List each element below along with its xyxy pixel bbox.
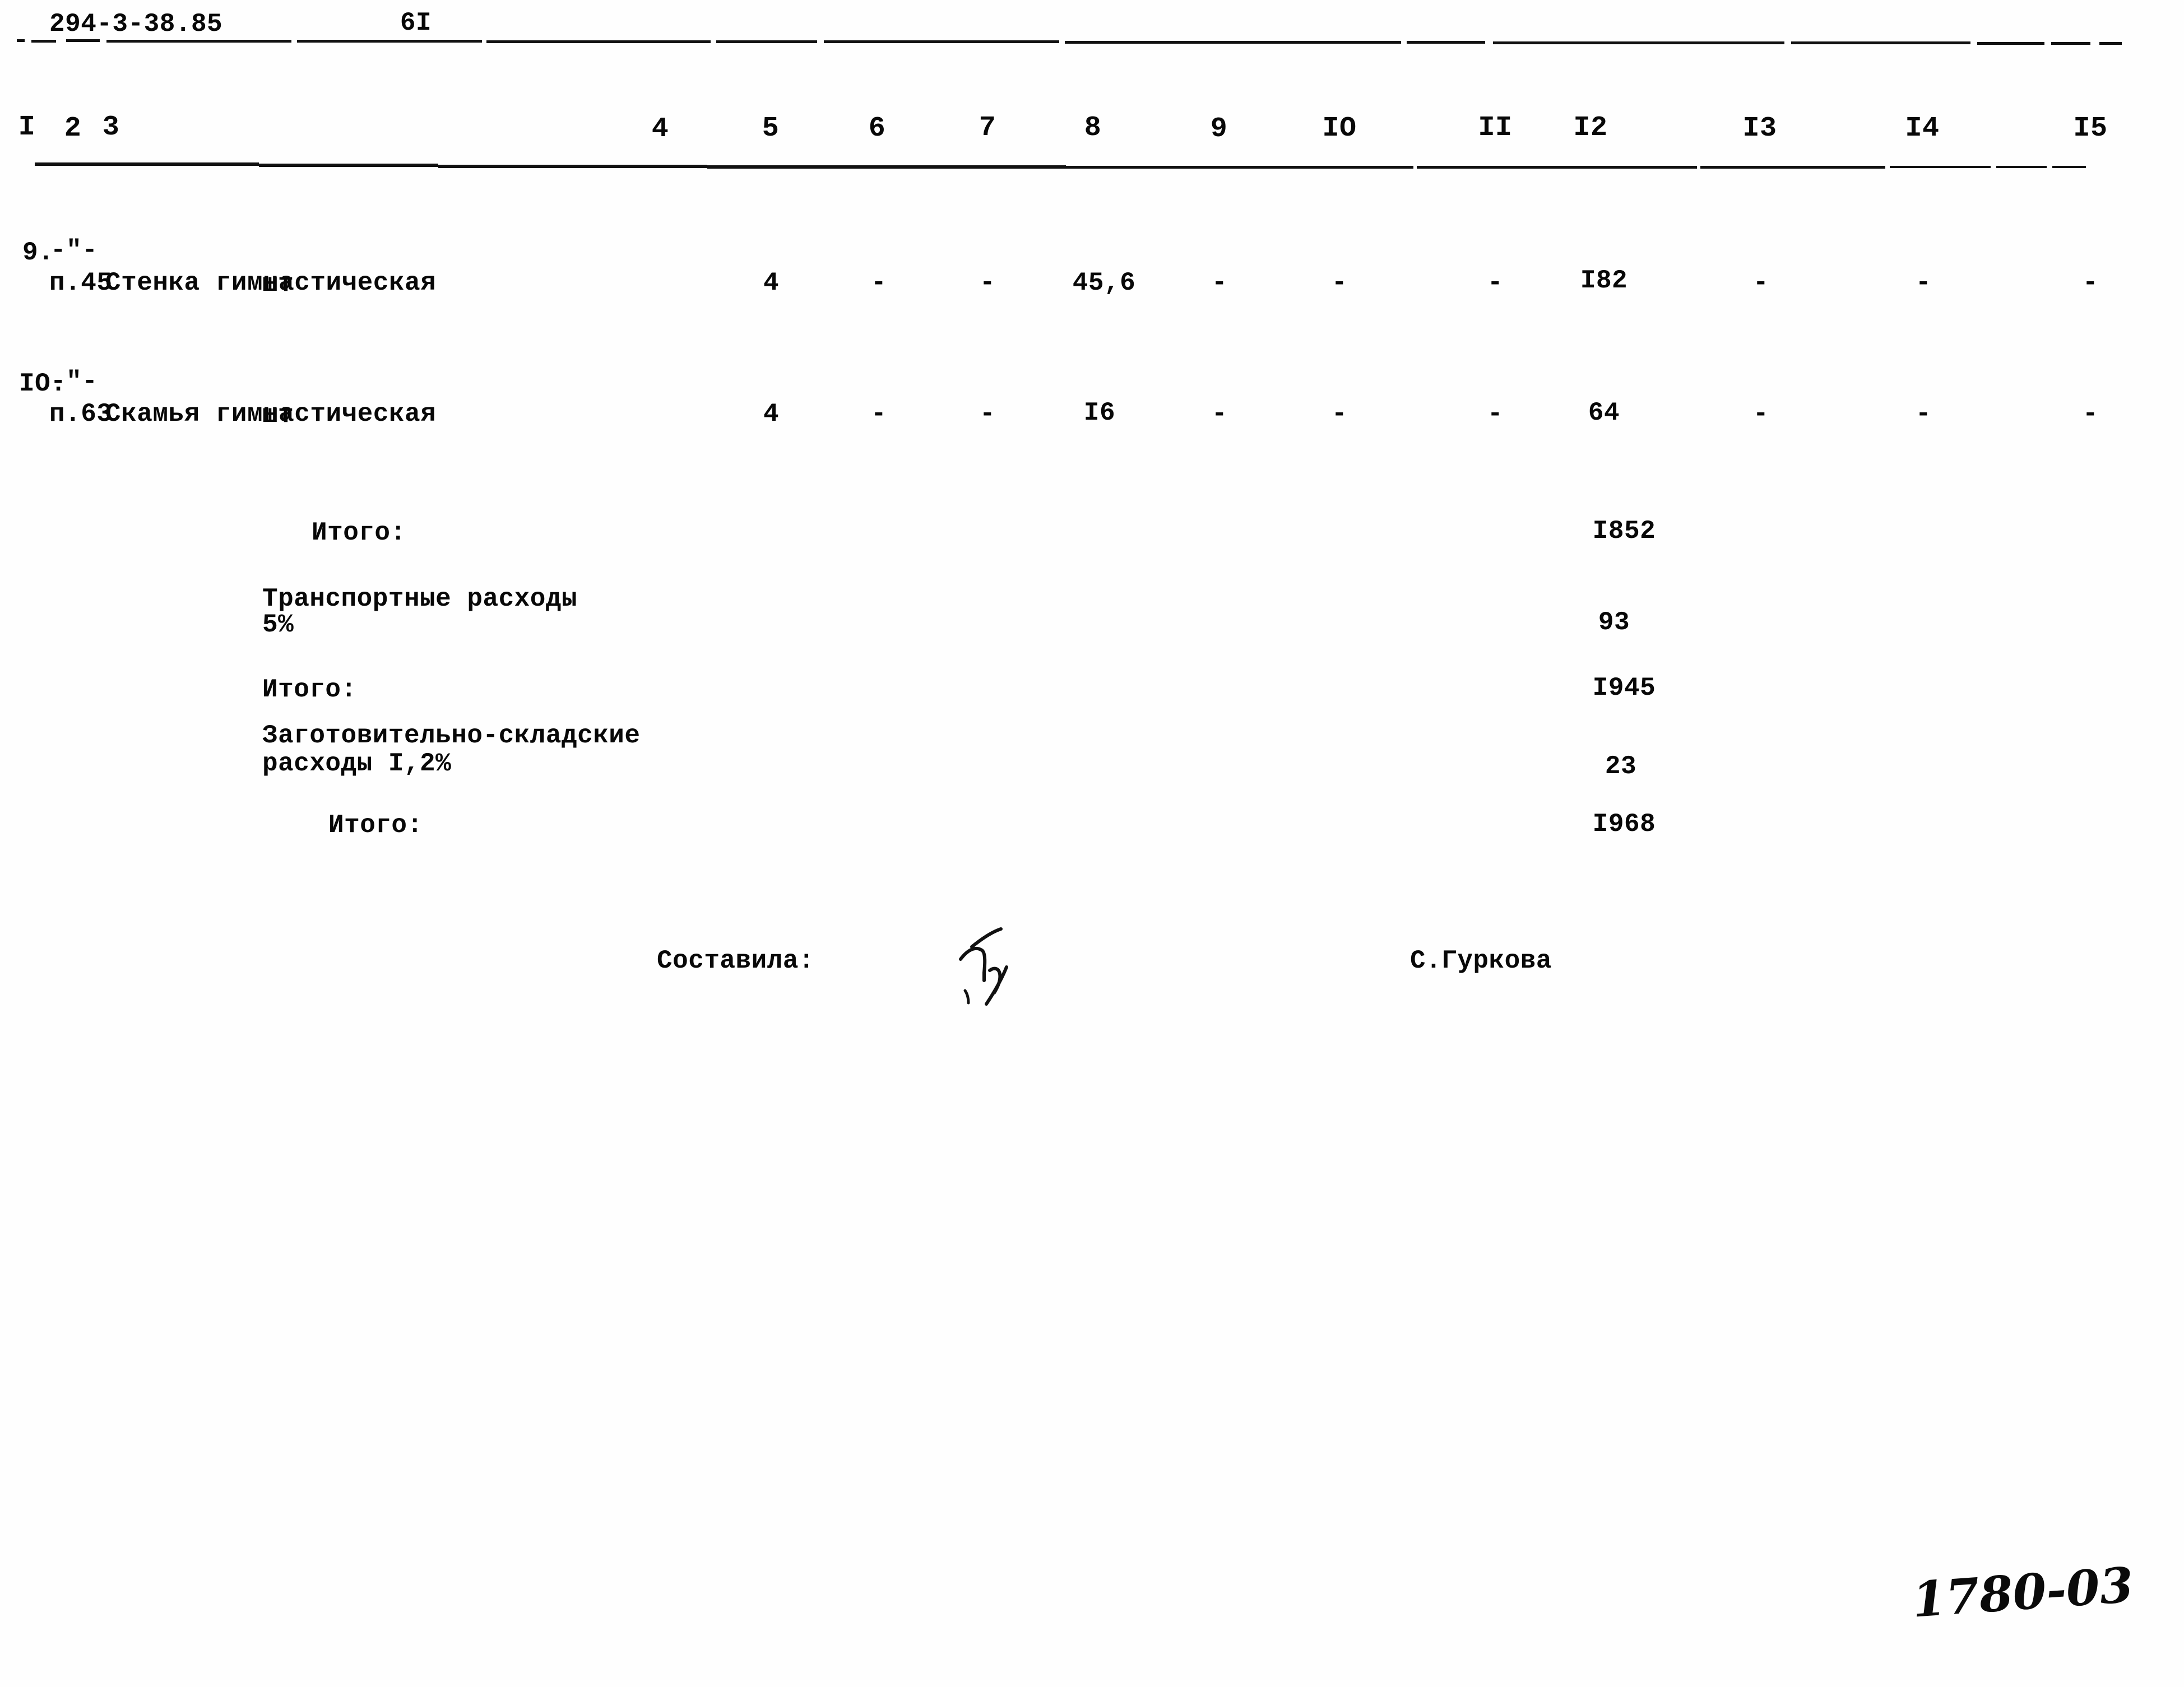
archive-code-handwritten: 1780-03 xyxy=(1910,1556,2135,1629)
row-col-10: - xyxy=(1331,399,1348,429)
row-col-12: I82 xyxy=(1580,266,1628,295)
column-header-13: I3 xyxy=(1742,113,1777,145)
row-col-6: - xyxy=(870,268,887,298)
row-col-8: 45,6 xyxy=(1072,268,1136,298)
row-number: 9. xyxy=(22,238,54,267)
row-col-14: - xyxy=(1915,268,1932,298)
row-col-9: - xyxy=(1211,268,1228,298)
compiled-by-name: С.Гуркова xyxy=(1410,946,1552,975)
summary-total-1-value: I852 xyxy=(1592,517,1656,546)
row-col-11: - xyxy=(1487,268,1504,298)
row-col-8: I6 xyxy=(1083,398,1116,427)
row-col-7: - xyxy=(979,268,996,298)
row-col-13: - xyxy=(1752,268,1769,298)
column-header-2: 2 xyxy=(64,113,82,145)
row-ref-ditto: -"- xyxy=(50,236,98,265)
row-unit: шт xyxy=(262,401,294,430)
row-col-5: 4 xyxy=(763,268,780,298)
summary-transport-value: 93 xyxy=(1598,608,1630,637)
summary-procurement-label-line2: расходы I,2% xyxy=(262,749,452,778)
row-col-7: - xyxy=(979,399,996,429)
row-col-15: - xyxy=(2082,399,2099,429)
column-header-8: 8 xyxy=(1084,112,1102,144)
handwritten-signature-icon xyxy=(959,927,1008,1006)
summary-total-3-label: Итого: xyxy=(328,811,423,840)
column-header-14: I4 xyxy=(1905,113,1940,145)
row-unit: шт xyxy=(262,269,294,299)
column-header-15: I5 xyxy=(2073,113,2108,145)
row-ref-item: п.45 xyxy=(49,268,113,298)
column-header-1: I xyxy=(18,111,36,143)
summary-procurement-value: 23 xyxy=(1605,752,1637,781)
row-col-12: 64 xyxy=(1588,398,1620,427)
row-col-9: - xyxy=(1211,399,1228,429)
row-col-10: - xyxy=(1331,268,1348,298)
summary-procurement-label-line1: Заготовительно-складские xyxy=(262,721,641,750)
row-col-15: - xyxy=(2082,268,2099,298)
page-number: 6I xyxy=(400,8,432,38)
document-code: 294-3-38.85 xyxy=(49,10,223,39)
row-col-6: - xyxy=(870,399,887,429)
column-header-6: 6 xyxy=(868,113,886,145)
summary-transport-label: Транспортные расходы xyxy=(262,584,578,614)
summary-total-2-value: I945 xyxy=(1592,673,1656,703)
row-col-11: - xyxy=(1487,399,1504,429)
column-header-4: 4 xyxy=(651,113,669,145)
column-header-10: IO xyxy=(1322,113,1357,145)
scanned-page: 294-3-38.85 6I I 2 3 4 5 6 7 8 9 IO II I… xyxy=(0,0,2184,1687)
summary-transport-percent: 5% xyxy=(262,610,294,639)
row-col-13: - xyxy=(1752,399,1769,429)
row-col-14: - xyxy=(1915,399,1932,429)
column-header-11: II xyxy=(1478,112,1513,144)
row-ref-item: п.63 xyxy=(49,399,113,429)
row-ref-ditto: -"- xyxy=(50,367,98,396)
column-header-5: 5 xyxy=(762,113,780,145)
column-header-3: 3 xyxy=(102,111,120,143)
summary-total-3-value: I968 xyxy=(1592,810,1656,839)
column-header-9: 9 xyxy=(1210,113,1228,145)
summary-total-2-label: Итого: xyxy=(262,675,357,704)
column-header-7: 7 xyxy=(979,112,996,144)
row-col-5: 4 xyxy=(763,399,780,429)
column-header-12: I2 xyxy=(1573,112,1608,144)
compiled-by-label: Составила: xyxy=(657,946,815,975)
summary-total-1-label: Итого: xyxy=(312,518,406,547)
